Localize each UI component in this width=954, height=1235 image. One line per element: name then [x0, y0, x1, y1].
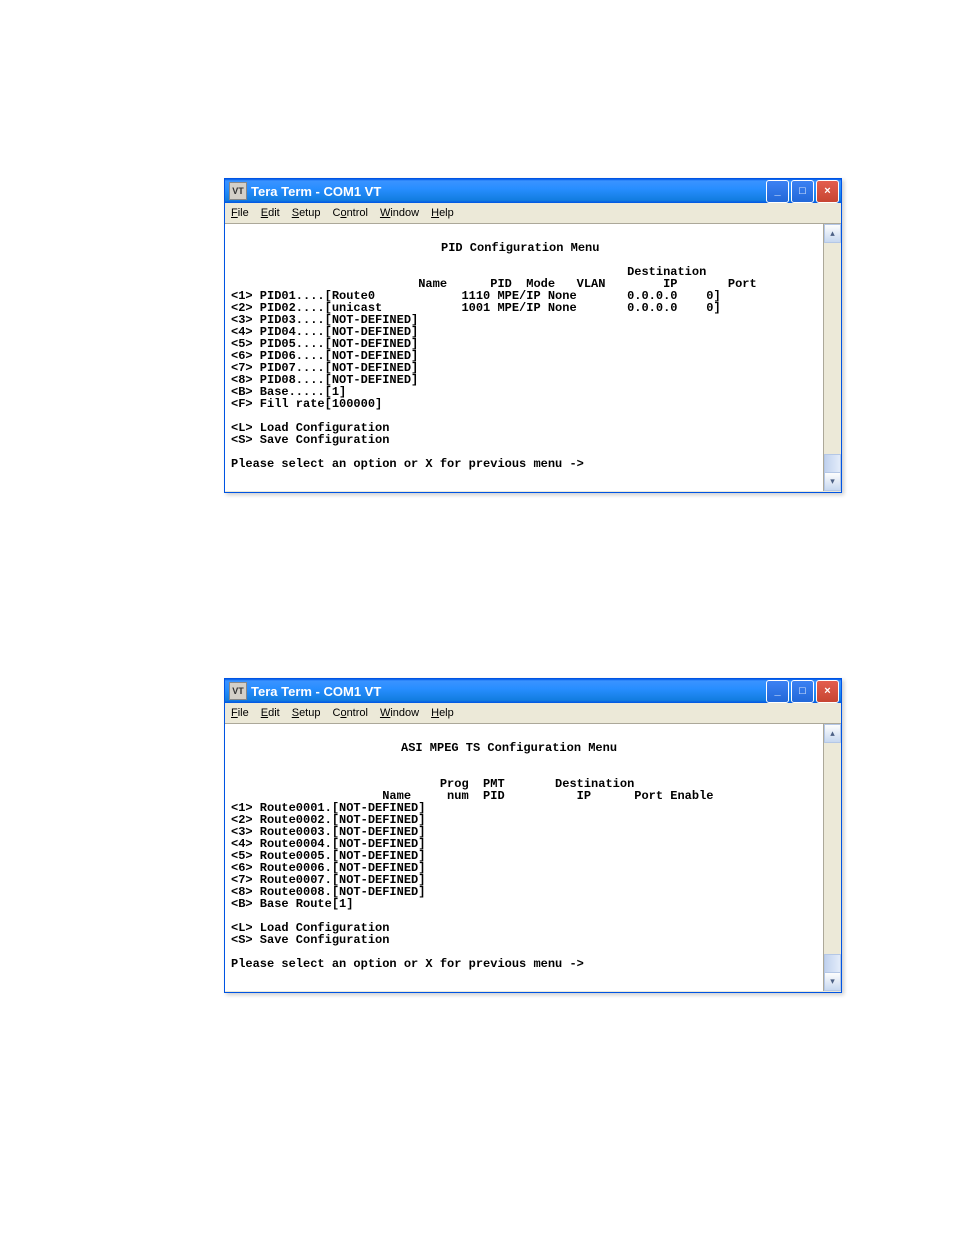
menu-edit[interactable]: Edit — [261, 207, 280, 219]
scroll-up-icon[interactable]: ▴ — [824, 724, 841, 743]
scroll-down-icon[interactable]: ▾ — [824, 472, 841, 491]
scroll-up-icon[interactable]: ▴ — [824, 224, 841, 243]
app-icon: VT — [229, 182, 247, 200]
terminal-window-2: VT Tera Term - COM1 VT _ □ × File Edit S… — [224, 678, 842, 993]
window-title: Tera Term - COM1 VT — [251, 684, 766, 699]
menu-help[interactable]: Help — [431, 207, 454, 219]
titlebar[interactable]: VT Tera Term - COM1 VT _ □ × — [225, 179, 841, 203]
scrollbar[interactable]: ▴ ▾ — [823, 224, 841, 491]
menu-control[interactable]: Control — [332, 207, 367, 219]
menu-setup[interactable]: Setup — [292, 207, 321, 219]
terminal-area[interactable]: ASI MPEG TS Configuration Menu Prog PMT … — [225, 724, 841, 991]
terminal-text: PID Configuration Menu Destination Name … — [231, 230, 821, 470]
menu-file[interactable]: File — [231, 707, 249, 719]
menubar: File Edit Setup Control Window Help — [225, 703, 841, 724]
app-icon: VT — [229, 682, 247, 700]
scrollbar[interactable]: ▴ ▾ — [823, 724, 841, 991]
menubar: File Edit Setup Control Window Help — [225, 203, 841, 224]
scroll-down-icon[interactable]: ▾ — [824, 972, 841, 991]
menu-setup[interactable]: Setup — [292, 707, 321, 719]
menu-help[interactable]: Help — [431, 707, 454, 719]
menu-window[interactable]: Window — [380, 707, 419, 719]
menu-file[interactable]: File — [231, 207, 249, 219]
maximize-button[interactable]: □ — [791, 680, 814, 703]
menu-control[interactable]: Control — [332, 707, 367, 719]
terminal-text: ASI MPEG TS Configuration Menu Prog PMT … — [231, 730, 821, 970]
titlebar[interactable]: VT Tera Term - COM1 VT _ □ × — [225, 679, 841, 703]
terminal-window-1: VT Tera Term - COM1 VT _ □ × File Edit S… — [224, 178, 842, 493]
terminal-area[interactable]: PID Configuration Menu Destination Name … — [225, 224, 841, 491]
menu-edit[interactable]: Edit — [261, 707, 280, 719]
window-title: Tera Term - COM1 VT — [251, 184, 766, 199]
close-button[interactable]: × — [816, 180, 839, 203]
minimize-button[interactable]: _ — [766, 680, 789, 703]
menu-window[interactable]: Window — [380, 207, 419, 219]
maximize-button[interactable]: □ — [791, 180, 814, 203]
close-button[interactable]: × — [816, 680, 839, 703]
minimize-button[interactable]: _ — [766, 180, 789, 203]
